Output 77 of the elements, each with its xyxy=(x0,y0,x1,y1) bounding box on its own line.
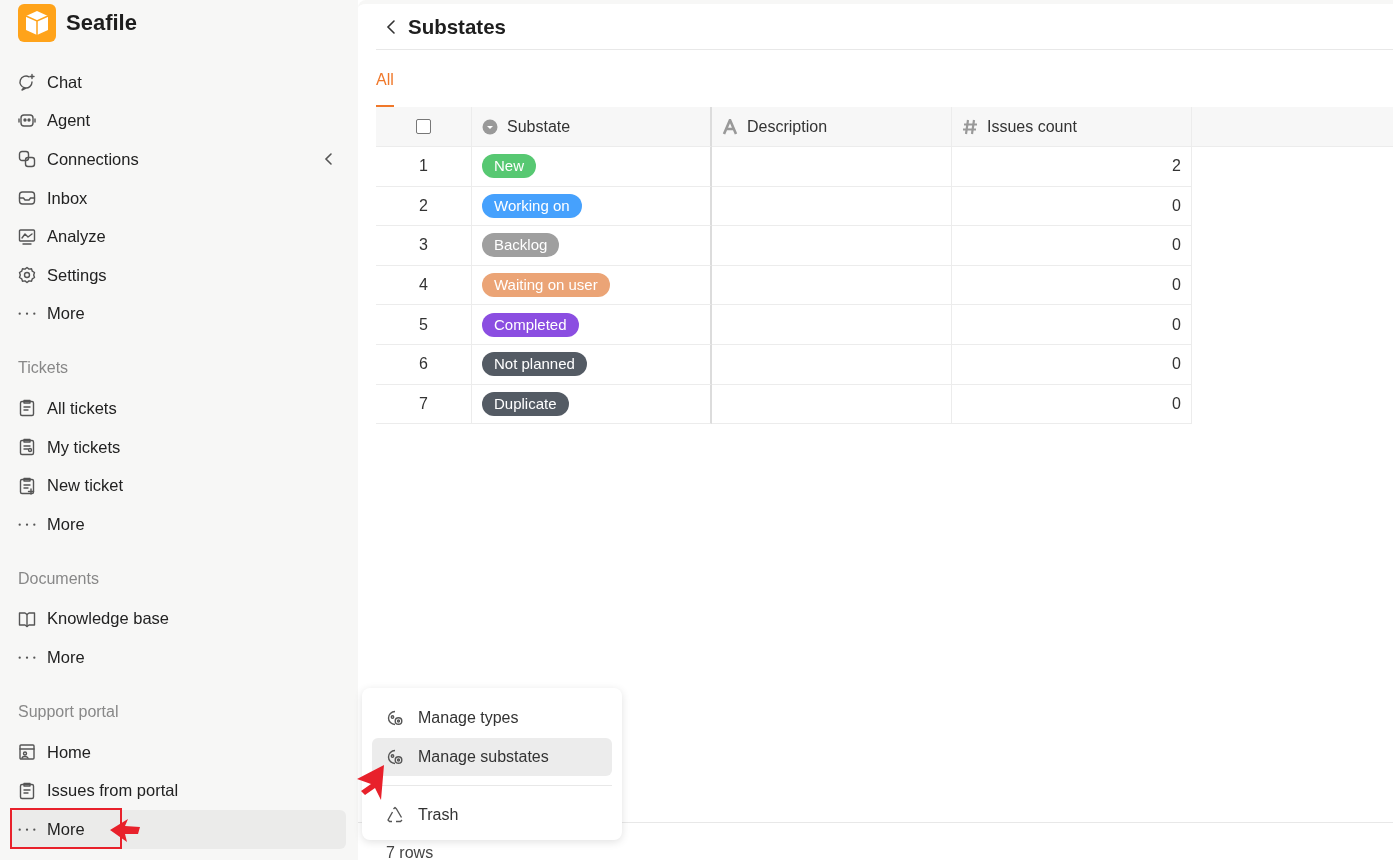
chat-bubble-icon xyxy=(18,73,36,92)
sidebar-item[interactable]: Home xyxy=(10,732,346,772)
more-icon xyxy=(18,827,36,831)
more-icon xyxy=(18,655,36,660)
sidebar-item[interactable]: Inbox xyxy=(10,178,346,218)
robot-icon xyxy=(18,111,36,130)
clipboard-icon xyxy=(18,781,36,800)
clipboard-plus-icon xyxy=(18,476,36,495)
clipboard-icon xyxy=(18,399,36,418)
menu-item[interactable]: Manage types xyxy=(372,699,612,738)
more-icon xyxy=(18,312,36,316)
select-all-checkbox[interactable] xyxy=(416,119,431,134)
more-icon xyxy=(18,522,36,526)
menu-item[interactable]: Manage substates xyxy=(372,737,612,777)
sidebar-item[interactable]: More xyxy=(10,638,346,677)
clipboard-user-icon xyxy=(18,438,36,457)
sidebar-item[interactable]: All tickets xyxy=(10,389,346,428)
tag-gear-icon xyxy=(386,709,404,728)
pointer-arrow xyxy=(357,765,385,801)
book-icon xyxy=(18,609,36,628)
sidebar-item[interactable]: Agent xyxy=(10,101,346,141)
substate-tag: Completed xyxy=(482,312,579,337)
column-header[interactable]: Issues count xyxy=(952,107,1192,147)
sidebar-item[interactable]: Knowledge base xyxy=(10,599,346,639)
section-heading: Support portal xyxy=(17,701,120,722)
sidebar-item[interactable]: More xyxy=(10,809,346,849)
issues-count: 0 xyxy=(1172,276,1181,295)
column-header[interactable]: Substate xyxy=(472,107,712,147)
issues-count: 0 xyxy=(1172,236,1181,255)
sidebar-item[interactable]: More xyxy=(10,294,346,334)
row-number: 2 xyxy=(419,196,428,215)
row-number: 7 xyxy=(419,394,428,413)
sidebar-item[interactable]: Connections xyxy=(10,140,346,179)
sidebar-item[interactable]: More xyxy=(10,504,346,544)
row-number: 5 xyxy=(419,315,428,334)
letter-icon xyxy=(722,118,738,135)
issues-count: 2 xyxy=(1172,157,1181,176)
chart-monitor-icon xyxy=(18,227,36,246)
chevron-icon[interactable] xyxy=(324,152,334,167)
dropdown-circle-icon xyxy=(482,118,498,135)
inbox-icon xyxy=(18,189,36,208)
menu-item[interactable]: Trash xyxy=(372,796,612,835)
row-number: 4 xyxy=(419,276,428,295)
substate-tag: Backlog xyxy=(482,233,560,258)
tag-gear-icon xyxy=(386,747,404,766)
issues-count: 0 xyxy=(1172,196,1181,215)
column-header[interactable]: Description xyxy=(712,107,952,147)
pointer-arrow xyxy=(110,817,140,843)
sidebar-item[interactable]: My tickets xyxy=(10,427,346,467)
issues-count: 0 xyxy=(1172,315,1181,334)
portal-icon xyxy=(18,743,36,761)
recycle-icon xyxy=(386,806,404,825)
substate-tag: Not planned xyxy=(482,352,587,377)
page-title: Substates xyxy=(408,14,506,39)
substate-tag: Duplicate xyxy=(482,391,569,416)
sidebar-item[interactable]: Settings xyxy=(10,255,346,295)
substate-tag: Working on xyxy=(482,193,582,218)
row-number: 1 xyxy=(419,157,428,176)
row-count: 7 rows xyxy=(386,843,434,860)
hash-icon xyxy=(962,118,978,135)
sidebar-item[interactable]: Analyze xyxy=(10,217,346,256)
settings-icon xyxy=(18,266,36,285)
sidebar-item[interactable]: New ticket xyxy=(10,466,346,505)
issues-count: 0 xyxy=(1172,355,1181,374)
app-name: Seafile xyxy=(66,9,137,37)
substate-tag: New xyxy=(482,154,536,179)
sidebar-item[interactable]: Chat xyxy=(10,63,346,102)
section-heading: Documents xyxy=(17,568,100,589)
sidebar-item[interactable]: Issues from portal xyxy=(10,771,346,810)
substate-tag: Waiting on user xyxy=(482,273,610,298)
link-icon xyxy=(18,150,36,169)
back-icon[interactable] xyxy=(386,18,396,35)
logo-icon xyxy=(18,4,56,42)
issues-count: 0 xyxy=(1172,394,1181,413)
row-number: 6 xyxy=(419,355,428,374)
section-heading: Tickets xyxy=(17,358,70,379)
row-number: 3 xyxy=(419,236,428,255)
